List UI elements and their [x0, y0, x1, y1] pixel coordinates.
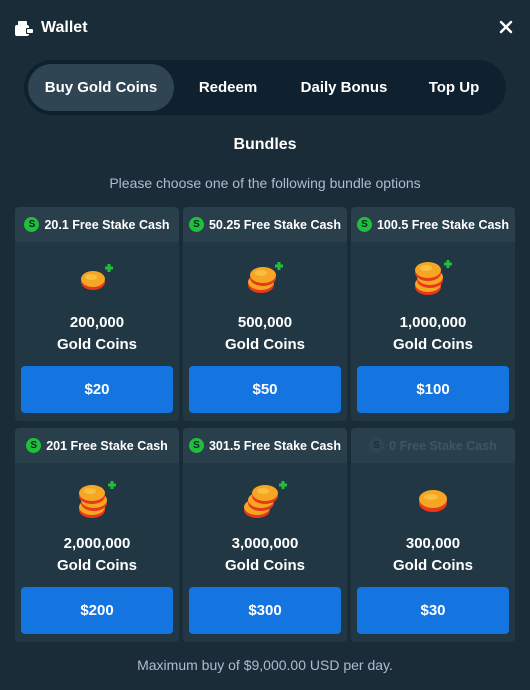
gold-coin-amount: 200,000: [69, 314, 125, 331]
close-icon: [499, 20, 513, 34]
coin-stack-icon: [15, 242, 179, 312]
tab-top-up[interactable]: Top Up: [406, 64, 502, 111]
gold-coin-amount: 1,000,000: [399, 314, 467, 331]
buy-button[interactable]: $20: [21, 366, 173, 413]
bundle-bonus-header: S 50.25 Free Stake Cash: [183, 207, 347, 242]
bundle-bonus-label: 20.1 Free Stake Cash: [44, 217, 170, 232]
coin-stack-icon: [351, 242, 515, 312]
section-title: Bundles: [233, 136, 297, 153]
coin-stack-icon: [183, 242, 347, 312]
bundle-card: S 50.25 Free Stake Cash 500,000 Gold Coi…: [183, 207, 347, 421]
stake-cash-icon: S: [356, 217, 372, 232]
wallet-header: Wallet: [0, 0, 530, 56]
gold-coin-amount: 2,000,000: [63, 535, 131, 552]
gold-coin-unit: Gold Coins: [393, 557, 473, 574]
bundle-card: S 20.1 Free Stake Cash 200,000 Gold Coin…: [15, 207, 179, 421]
bundle-card: S 100.5 Free Stake Cash 1,000,000 Gold C…: [351, 207, 515, 421]
purchase-limit-note: Maximum buy of $9,000.00 USD per day.: [137, 657, 393, 673]
gold-coin-unit: Gold Coins: [393, 336, 473, 353]
bundle-card: S 0 Free Stake Cash 300,000 Gold Coins $…: [351, 428, 515, 642]
stake-cash-icon: S: [188, 438, 204, 453]
coin-stack-icon: [15, 463, 179, 533]
tab-redeem[interactable]: Redeem: [174, 64, 282, 111]
stake-cash-icon: S: [369, 438, 385, 453]
buy-button[interactable]: $300: [189, 587, 341, 634]
bundle-bonus-label: 201 Free Stake Cash: [46, 438, 168, 453]
wallet-icon: [14, 19, 34, 37]
gold-coin-amount: 3,000,000: [231, 535, 299, 552]
gold-coin-unit: Gold Coins: [57, 336, 137, 353]
bundle-card: S 201 Free Stake Cash 2,000,000 Gold Coi…: [15, 428, 179, 642]
bundle-bonus-header: S 100.5 Free Stake Cash: [351, 207, 515, 242]
coin-stack-icon: [183, 463, 347, 533]
gold-coin-unit: Gold Coins: [225, 336, 305, 353]
wallet-title: Wallet: [41, 19, 88, 36]
bundle-bonus-label: 100.5 Free Stake Cash: [376, 217, 510, 232]
gold-coin-amount: 300,000: [405, 535, 461, 552]
bundle-bonus-header: S 0 Free Stake Cash: [351, 428, 515, 463]
buy-button[interactable]: $200: [21, 587, 173, 634]
buy-button[interactable]: $100: [357, 366, 509, 413]
bundle-bonus-header: S 20.1 Free Stake Cash: [15, 207, 179, 242]
stake-cash-icon: S: [24, 217, 40, 232]
wallet-tabs: Buy Gold Coins Redeem Daily Bonus Top Up: [24, 60, 506, 115]
gold-coin-amount: 500,000: [237, 314, 293, 331]
bundle-bonus-header: S 201 Free Stake Cash: [15, 428, 179, 463]
buy-button[interactable]: $30: [357, 587, 509, 634]
bundle-grid: S 20.1 Free Stake Cash 200,000 Gold Coin…: [15, 207, 515, 642]
bundle-bonus-label: 50.25 Free Stake Cash: [208, 217, 342, 232]
bundle-bonus-label: 0 Free Stake Cash: [389, 438, 497, 453]
coin-stack-icon: [351, 463, 515, 533]
section-subtitle: Please choose one of the following bundl…: [109, 175, 421, 191]
bundle-bonus-header: S 301.5 Free Stake Cash: [183, 428, 347, 463]
buy-button[interactable]: $50: [189, 366, 341, 413]
bundle-bonus-label: 301.5 Free Stake Cash: [208, 438, 342, 453]
gold-coin-unit: Gold Coins: [57, 557, 137, 574]
tab-daily-bonus[interactable]: Daily Bonus: [282, 64, 406, 111]
tab-buy-gold-coins[interactable]: Buy Gold Coins: [28, 64, 174, 111]
close-button[interactable]: [496, 17, 516, 37]
stake-cash-icon: S: [188, 217, 204, 232]
gold-coin-unit: Gold Coins: [225, 557, 305, 574]
stake-cash-icon: S: [26, 438, 42, 453]
bundle-card: S 301.5 Free Stake Cash 3,000,000 Gold C…: [183, 428, 347, 642]
